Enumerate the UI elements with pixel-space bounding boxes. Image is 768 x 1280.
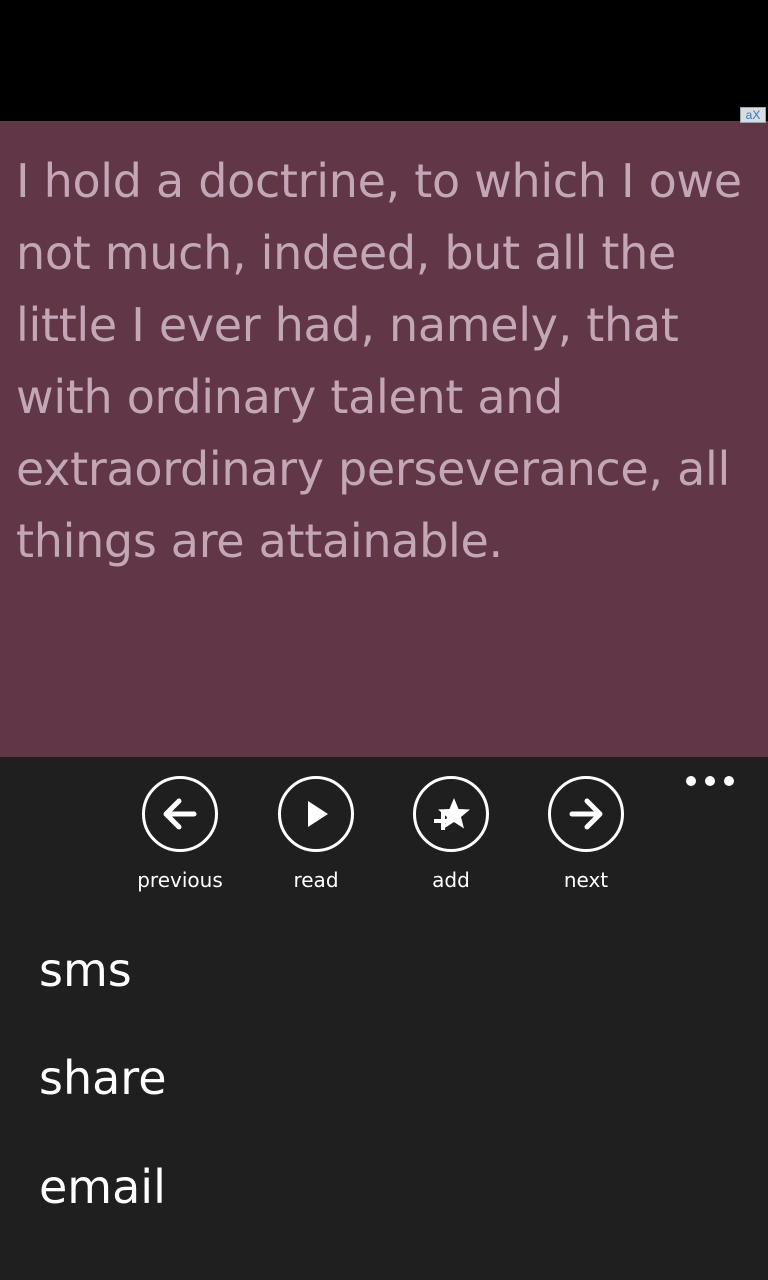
menu-item-email[interactable]: email	[39, 1159, 166, 1215]
arrow-left-icon	[142, 776, 218, 852]
add-label: add	[432, 868, 470, 892]
dot	[705, 776, 715, 786]
dot	[724, 776, 734, 786]
next-button[interactable]: next	[531, 776, 641, 896]
previous-label: previous	[137, 868, 223, 892]
read-label: read	[293, 868, 339, 892]
quote-text: I hold a doctrine, to which I owe not mu…	[16, 154, 742, 568]
arrow-right-icon	[548, 776, 624, 852]
dot	[686, 776, 696, 786]
menu-item-sms[interactable]: sms	[39, 942, 132, 998]
more-options-icon[interactable]	[686, 770, 734, 792]
add-button[interactable]: add	[396, 776, 506, 896]
ad-badge[interactable]: aX	[740, 107, 766, 123]
play-icon	[278, 776, 354, 852]
previous-button[interactable]: previous	[125, 776, 235, 896]
status-bar	[0, 0, 768, 121]
read-button[interactable]: read	[261, 776, 371, 896]
add-favorite-icon	[413, 776, 489, 852]
screen: aX I hold a doctrine, to which I owe not…	[0, 0, 768, 1280]
next-label: next	[563, 868, 609, 892]
menu-item-share[interactable]: share	[39, 1050, 167, 1106]
